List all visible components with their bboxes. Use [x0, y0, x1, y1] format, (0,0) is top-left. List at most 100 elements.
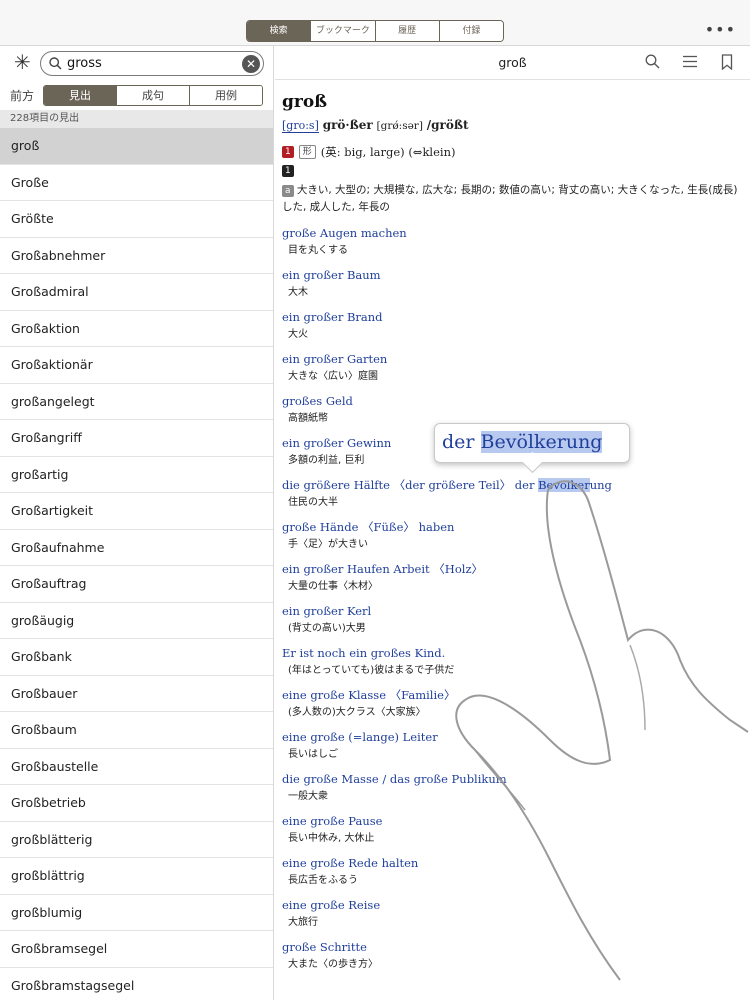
- example-german[interactable]: eine große Pause: [282, 813, 750, 829]
- example-japanese: 大きな〈広い〉庭園: [288, 371, 378, 382]
- example-japanese: (年はとっていても)彼はまるで子供だ: [288, 665, 455, 676]
- search-input[interactable]: gross: [67, 56, 102, 71]
- magnifier-popup: der Bevölkerung: [434, 423, 630, 463]
- selected-text[interactable]: Bevölker: [538, 478, 590, 492]
- example-german[interactable]: ein großer Haufen Arbeit 〈Holz〉: [282, 561, 750, 577]
- list-item[interactable]: großblättrig: [0, 858, 273, 895]
- list-item[interactable]: Großbaum: [0, 712, 273, 749]
- result-count: 228項目の見出: [0, 110, 273, 128]
- example: ein großer Baum 大木: [282, 267, 750, 300]
- list-item[interactable]: Großbaustelle: [0, 749, 273, 785]
- example-german[interactable]: großes Geld: [282, 393, 750, 409]
- search-mode-row: 前方 見出 成句 用例: [0, 80, 273, 110]
- tab-appendix[interactable]: 付録: [438, 21, 503, 41]
- list-item[interactable]: Großangriff: [0, 420, 273, 457]
- subsense-1: 1: [282, 165, 750, 177]
- list-item[interactable]: Großaktion: [0, 311, 273, 347]
- list-item[interactable]: großäugig: [0, 603, 273, 639]
- list-item[interactable]: Großbramsegel: [0, 931, 273, 968]
- subsense-number-badge: 1: [282, 165, 294, 177]
- list-item[interactable]: Großbauer: [0, 676, 273, 712]
- definition: a 大きい, 大型の; 大規模な, 広大な; 長期の; 数値の高い; 背丈の高い…: [282, 182, 750, 216]
- more-dots-icon[interactable]: •••: [705, 20, 736, 40]
- example-german[interactable]: große Schritte: [282, 939, 750, 955]
- list-item[interactable]: Großaktionär: [0, 347, 273, 384]
- list-item[interactable]: Großartigkeit: [0, 493, 273, 530]
- list-item[interactable]: großblumig: [0, 895, 273, 931]
- list-item[interactable]: großartig: [0, 457, 273, 493]
- example: große Hände 〈Füße〉 haben 手〈足〉が大きい: [282, 519, 750, 552]
- pronunciation-link[interactable]: [gro:s]: [282, 119, 319, 133]
- example-german-prefix: die größere Hälfte 〈der größere Teil〉 de…: [282, 478, 539, 492]
- example-german[interactable]: die große Masse / das große Publikum: [282, 771, 750, 787]
- example-german[interactable]: große Augen machen: [282, 225, 750, 241]
- mode-idiom[interactable]: 成句: [116, 86, 189, 105]
- entry-pane: groß groß [gro:s] grö·ßer [grǿ:sər] /grö…: [275, 46, 750, 1000]
- example-german[interactable]: eine große (=lange) Leiter: [282, 729, 750, 745]
- example: eine große (=lange) Leiter 長いはしご: [282, 729, 750, 762]
- example-german[interactable]: Er ist noch ein großes Kind.: [282, 645, 750, 661]
- example-german-suffix: ung: [589, 478, 612, 492]
- example-german[interactable]: ein großer Brand: [282, 309, 750, 325]
- example-german[interactable]: eine große Klasse 〈Familie〉: [282, 687, 750, 703]
- bookmark-icon[interactable]: [721, 54, 733, 70]
- list-item[interactable]: großangelegt: [0, 384, 273, 420]
- comparative-form: grö·ßer: [322, 118, 373, 132]
- search-field[interactable]: gross ✕: [40, 51, 264, 76]
- list-item[interactable]: Großbank: [0, 639, 273, 676]
- search-icon: [49, 57, 62, 70]
- example-german[interactable]: ein großer Baum: [282, 267, 750, 283]
- entry-header: groß: [275, 46, 750, 80]
- list-item[interactable]: Großabnehmer: [0, 238, 273, 274]
- tab-history[interactable]: 履歴: [374, 21, 439, 41]
- example-japanese: 手〈足〉が大きい: [288, 539, 368, 550]
- mode-headword[interactable]: 見出: [44, 86, 116, 105]
- example-german[interactable]: die größere Hälfte 〈der größere Teil〉 de…: [282, 477, 750, 493]
- sense-number-badge: 1: [282, 146, 294, 158]
- example-japanese: 大木: [288, 287, 308, 298]
- example: Er ist noch ein großes Kind. (年はとっていても)彼は…: [282, 645, 750, 678]
- example: ein großer Garten 大きな〈広い〉庭園: [282, 351, 750, 384]
- list-item[interactable]: Großauftrag: [0, 566, 273, 603]
- list-item[interactable]: Großbetrieb: [0, 785, 273, 822]
- example-german[interactable]: eine große Rede halten: [282, 855, 750, 871]
- superlative-form: /größt: [426, 118, 469, 132]
- result-list: groß Große Größte Großabnehmer Großadmir…: [0, 128, 273, 1000]
- magnifier-selected-text: Bevölkerung: [480, 431, 603, 453]
- list-menu-icon[interactable]: [682, 54, 698, 69]
- list-item[interactable]: Große: [0, 165, 273, 201]
- list-item[interactable]: Großaufnahme: [0, 530, 273, 566]
- prefix-match-label[interactable]: 前方: [10, 87, 34, 104]
- list-item[interactable]: Großadmiral: [0, 274, 273, 311]
- example-german[interactable]: ein großer Garten: [282, 351, 750, 367]
- list-item[interactable]: groß: [0, 128, 273, 165]
- headword: groß: [282, 92, 328, 112]
- list-item[interactable]: Größte: [0, 201, 273, 238]
- example-german[interactable]: eine große Reise: [282, 897, 750, 913]
- inflection-line: [gro:s] grö·ßer [grǿ:sər] /größt: [282, 118, 750, 133]
- example-japanese: 長広舌をふるう: [288, 875, 358, 886]
- clear-icon[interactable]: ✕: [242, 55, 260, 73]
- entry-body: groß [gro:s] grö·ßer [grǿ:sər] /größt 1 …: [275, 80, 750, 972]
- example-japanese: 大旅行: [288, 917, 318, 928]
- search-row: ✳ gross ✕: [0, 46, 273, 80]
- list-item[interactable]: großblätterig: [0, 822, 273, 858]
- example-german[interactable]: große Hände 〈Füße〉 haben: [282, 519, 750, 535]
- example-japanese: 目を丸くする: [288, 245, 348, 256]
- example: eine große Rede halten 長広舌をふるう: [282, 855, 750, 888]
- mode-example[interactable]: 用例: [189, 86, 262, 105]
- tab-search[interactable]: 検索: [247, 21, 311, 41]
- top-bar: 検索 ブックマーク 履歴 付録 •••: [0, 0, 750, 46]
- wildcard-icon[interactable]: ✳: [14, 52, 31, 72]
- example: ein großer Haufen Arbeit 〈Holz〉 大量の仕事〈木材〉: [282, 561, 750, 594]
- tab-bookmark[interactable]: ブックマーク: [310, 21, 375, 41]
- example-japanese: 大火: [288, 329, 308, 340]
- list-item[interactable]: Großbramstagsegel: [0, 968, 273, 1000]
- definition-text: 大きい, 大型の; 大規模な, 広大な; 長期の; 数値の高い; 背丈の高い; …: [282, 184, 738, 213]
- search-mode-segment: 見出 成句 用例: [43, 85, 263, 106]
- example-german[interactable]: ein großer Kerl: [282, 603, 750, 619]
- example: ein großer Kerl (背丈の高い)大男: [282, 603, 750, 636]
- search-icon[interactable]: [645, 54, 660, 69]
- example: große Schritte 大また〈の歩き方〉: [282, 939, 750, 972]
- example: die große Masse / das große Publikum 一般大衆: [282, 771, 750, 804]
